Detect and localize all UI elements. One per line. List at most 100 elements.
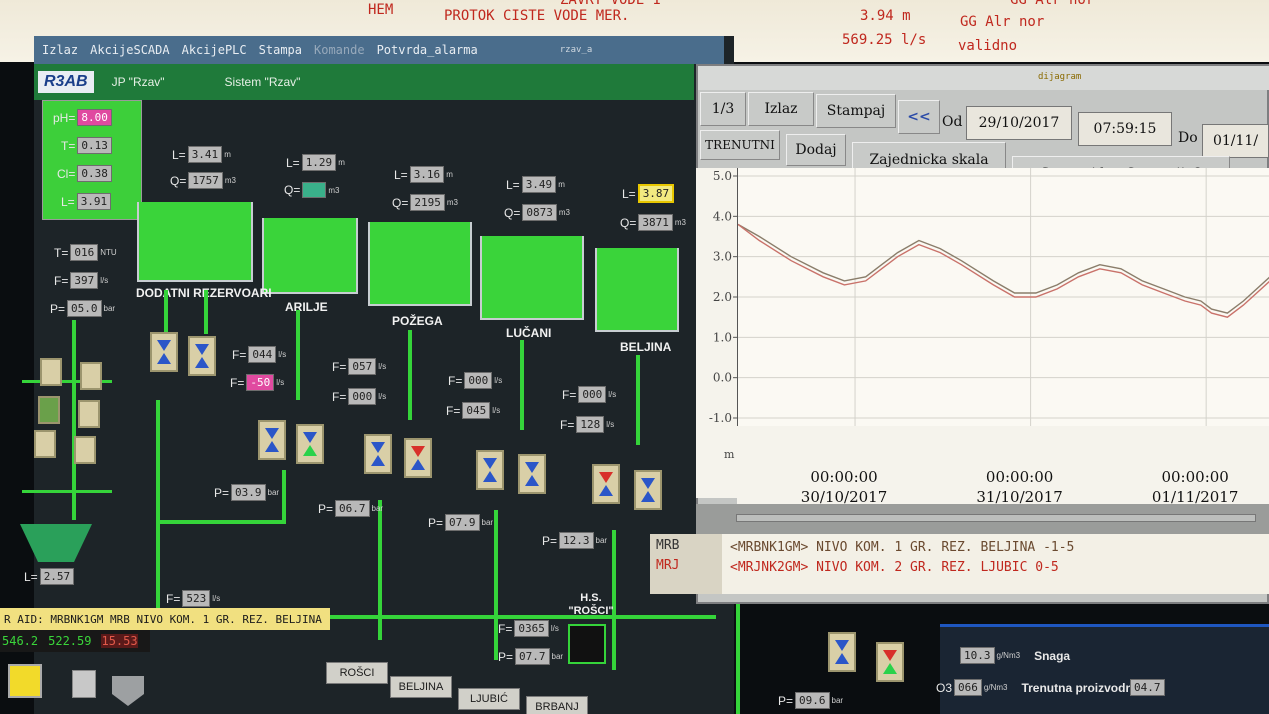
flow-pozega-1: F= 057 l/s [332,358,387,375]
ozone-value-1: 10.3 g/Nm3 Snaga [960,647,1070,664]
res-beljina-l: L= 3.87 [622,184,675,203]
alarm-tag-2: MRJ [656,558,680,573]
t-value: T= 0.13 [61,137,112,154]
left-valve-4[interactable] [78,400,100,428]
tank-beljina[interactable] [595,248,679,332]
diagram-titlebar: dijagram [698,66,1269,90]
x-tick-time-1: 00:00:00 [986,468,1053,486]
y-tick-label-4: 1.0 [713,330,732,344]
left-valve-3[interactable] [38,396,60,424]
reservoir-name-lucani: LUČANI [506,326,552,340]
top-col1: HEM [368,2,394,18]
l-value: L= 3.91 [61,193,112,210]
reservoir-name-beljina: BELJINA [620,340,672,354]
y-axis-unit: m [724,448,735,461]
menu-komande[interactable]: Komande [314,43,365,57]
left-valve-5[interactable] [34,430,56,458]
tab-beljina[interactable]: BELJINA [390,676,452,698]
menu-akcije-plc[interactable]: AkcijePLC [182,43,247,57]
bottom-value-3: 15.53 [101,634,138,648]
dodaj-button[interactable]: Dodaj [786,134,846,166]
top-ptitle: ZAVRT VODE I [560,0,662,8]
tank-arilje[interactable] [262,218,358,294]
flow-lucani-1: F= 000 l/s [448,372,503,389]
title-bar: R3AB JP "Rzav" Sistem "Rzav" [34,64,694,100]
y-tick-label-2: 3.0 [713,250,732,264]
alarm-tag-1: MRB [656,538,680,553]
bottom-value-1: 546.2 [2,634,39,648]
pump-pozega-2[interactable] [404,438,432,478]
bottom-indicator[interactable] [8,664,42,698]
from-date-field[interactable]: 29/10/2017 [966,106,1072,140]
ozone-value-2: O3 066 g/Nm3 Trenutna proizvodnja [936,679,1143,696]
page-indicator[interactable]: 1/3 [700,92,746,126]
alarm-ticker: R AID: MRBNK1GM MRB NIVO KOM. 1 GR. REZ.… [0,608,330,630]
izlaz-button[interactable]: Izlaz [748,92,814,126]
tab-brbanj[interactable]: BRBANJ [526,696,588,714]
pump-pozega-1[interactable] [364,434,392,474]
left-valve-6[interactable] [74,436,96,464]
y-axis-panel: 5.0 4.0 3.0 2.0 1.0 0.0 -1.0 m [696,168,737,498]
ozone-value-3: 04.7 [1130,679,1165,696]
pump-beljina-1[interactable] [592,464,620,504]
alarm-list: MRB MRJ <MRBNK1GM> NIVO KOM. 1 GR. REZ. … [650,534,1269,594]
menu-akcije-scada[interactable]: AkcijeSCADA [90,43,169,57]
x-axis-panel: 00:00:00 30/10/2017 00:00:00 31/10/2017 00:0… [737,426,1269,516]
pump-lucani-1[interactable] [476,450,504,490]
flow-pozega-2: F= 000 l/s [332,388,387,405]
res-arilje-l: L= 1.29 m [286,154,345,171]
menu-potvrda-alarma[interactable]: Potvrda_alarma [377,43,478,57]
menu-stampa[interactable]: Stampa [259,43,302,57]
y-tick-label-1: 4.0 [713,209,732,223]
series-line-mrb [737,223,1269,314]
tab-ljubic[interactable]: LJUBIĆ [458,688,520,710]
pump-main-1[interactable] [828,632,856,672]
top-col4b: validno [958,38,1018,54]
res-pozega-q: Q= 2195 m3 [392,194,458,211]
left-p: P= 05.0 bar [50,300,116,317]
left-valve-1[interactable] [40,358,62,386]
flow-beljina-2: F= 128 l/s [560,416,615,433]
pump-arilje-2[interactable] [296,424,324,464]
alarm-item-2[interactable]: <MRJNK2GM> NIVO KOM. 2 GR. REZ. LJUBIC 0… [730,560,1059,575]
menu-izlaz[interactable]: Izlaz [42,43,78,57]
pressure-main: P= 09.6 bar [778,692,844,709]
from-time-field[interactable]: 07:59:15 [1078,112,1172,146]
bottom-value-2: 522.59 [48,634,92,648]
diagram-title: dijagram [1038,72,1082,82]
window-label: rzav_a [559,45,593,55]
left-valve-2[interactable] [80,362,102,390]
flow-arilje-1: F= 044 l/s [232,346,287,363]
pump-beljina-2[interactable] [634,470,662,510]
res-lucani-l: L= 3.49 m [506,176,565,193]
ph-value: pH= 8.00 [53,109,112,126]
tank-dodatni[interactable] [137,202,253,282]
res-lucani-q: Q= 0873 m3 [504,204,570,221]
pressure-lucani: P= 07.9 bar [428,514,494,531]
pump-lucani-2[interactable] [518,454,546,494]
stampaj-button[interactable]: Stampaj [816,94,896,128]
pump-dodatni-1[interactable] [150,332,178,372]
to-date-field[interactable]: 01/11/ [1202,124,1269,158]
pump-dodatni-2[interactable] [188,336,216,376]
pump-main-2[interactable] [876,642,904,682]
top-col3b: 569.25 l/s [842,32,927,48]
back-button[interactable]: << [898,100,940,134]
tab-rosci[interactable]: ROŠCI [326,662,388,684]
tank-lucani[interactable] [480,236,584,320]
y-tick-label-6: -1.0 [709,411,732,425]
trend-chart [737,168,1269,426]
alarm-item-1[interactable]: <MRBNK1GM> NIVO KOM. 1 GR. REZ. BELJINA … [730,540,1074,555]
reservoir-name-pozega: POŽEGA [392,314,443,328]
bottom-button-1[interactable] [72,670,96,698]
flow-beljina-1: F= 000 l/s [562,386,617,403]
left-f: F= 397 l/s [54,272,109,289]
tab-trenutni[interactable]: TRENUTNI [700,130,780,160]
res-beljina-q: Q= 3871 m3 [620,214,686,231]
pump-arilje-1[interactable] [258,420,286,460]
x-tick-time-0: 00:00:00 [810,468,877,486]
scroll-thumb[interactable] [736,514,1256,522]
time-scrollbar[interactable] [696,504,1269,534]
from-label: Od [942,114,963,130]
tank-pozega[interactable] [368,222,472,306]
